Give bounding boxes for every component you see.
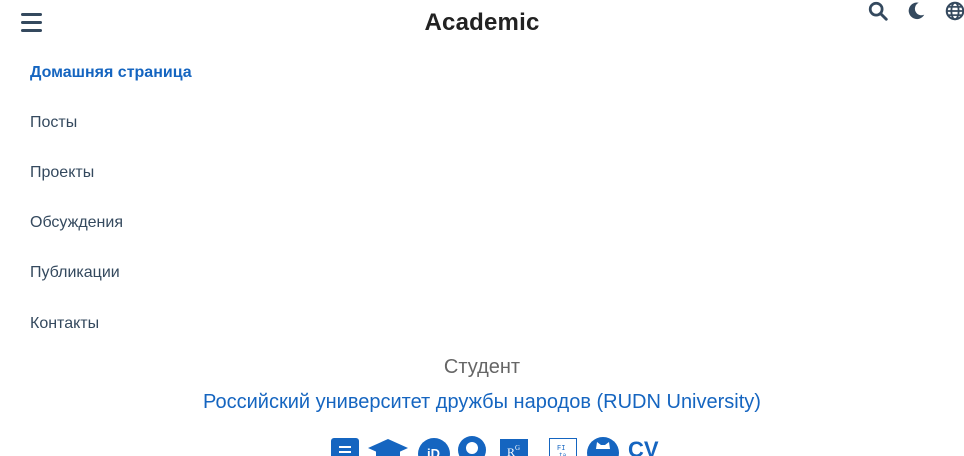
- site-title-wrap: Academic: [0, 9, 964, 37]
- globe-icon[interactable]: [944, 0, 964, 22]
- menu-item-projects[interactable]: Проекты: [30, 164, 94, 182]
- menu-item-contact[interactable]: Контакты: [30, 315, 99, 333]
- svg-text:G: G: [515, 444, 520, 452]
- researchgate-like-icon[interactable]: [458, 436, 486, 456]
- document-icon[interactable]: [331, 436, 359, 456]
- svg-text:iD: iD: [427, 446, 440, 456]
- navbar: Academic: [0, 0, 964, 46]
- menu-item-talks[interactable]: Обсуждения: [30, 214, 123, 232]
- profile-role: Студент: [443, 356, 521, 378]
- github-icon[interactable]: [587, 436, 619, 456]
- menu-item-publications[interactable]: Публикации: [30, 264, 120, 282]
- svg-text:R: R: [507, 445, 515, 456]
- social-links: iD RG FI ta CV: [0, 436, 964, 456]
- researchgate-icon[interactable]: RG: [500, 436, 528, 456]
- menu-item-posts[interactable]: Посты: [30, 114, 77, 132]
- cv-link[interactable]: CV: [628, 438, 659, 456]
- menu-icon[interactable]: [21, 13, 42, 32]
- hal-icon[interactable]: FI ta: [549, 436, 577, 456]
- menu-item-home[interactable]: Домашняя страница: [30, 64, 192, 82]
- graduation-cap-icon[interactable]: [367, 436, 409, 456]
- svg-text:ta: ta: [559, 452, 567, 456]
- site-title[interactable]: Academic: [425, 9, 540, 36]
- orcid-icon[interactable]: iD: [418, 436, 450, 456]
- moon-icon[interactable]: [905, 0, 927, 22]
- profile-organization[interactable]: Российский университет дружбы народов (R…: [0, 391, 964, 414]
- search-icon[interactable]: [867, 0, 889, 22]
